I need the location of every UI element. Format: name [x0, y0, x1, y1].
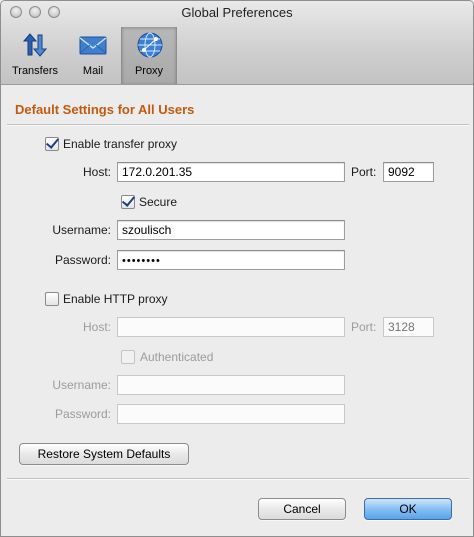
toolbar-tab-transfers[interactable]: Transfers [7, 27, 63, 81]
http-host-input[interactable] [117, 317, 345, 337]
section-title: Default Settings for All Users [15, 102, 195, 117]
enable-http-proxy-checkbox[interactable] [45, 292, 59, 306]
transfer-host-input[interactable] [117, 162, 345, 182]
transfer-port-label: Port: [351, 165, 377, 179]
toolbar-tab-mail[interactable]: Mail [65, 27, 121, 81]
enable-transfer-proxy-checkbox[interactable] [45, 137, 59, 151]
transfer-port-input[interactable] [383, 162, 434, 182]
transfer-password-input[interactable] [117, 250, 345, 270]
transfer-arrows-icon [22, 33, 48, 57]
toolbar-tab-label: Proxy [134, 65, 164, 77]
restore-system-defaults-button[interactable]: Restore System Defaults [19, 443, 189, 465]
cancel-button[interactable]: Cancel [258, 498, 346, 520]
title-bar: Global Preferences Transfers Mail Proxy [1, 1, 473, 85]
transfer-password-label: Password: [54, 253, 111, 267]
transfer-host-label: Host: [82, 165, 111, 179]
transfer-username-label: Username: [52, 223, 111, 237]
authenticated-checkbox[interactable] [121, 350, 135, 364]
http-port-label: Port: [351, 320, 377, 334]
http-password-label: Password: [54, 407, 111, 421]
authenticated-label: Authenticated [140, 350, 214, 364]
enable-transfer-proxy-label: Enable transfer proxy [63, 137, 178, 151]
http-host-label: Host: [82, 320, 111, 334]
http-port-input[interactable] [383, 317, 434, 337]
ok-button[interactable]: OK [364, 498, 452, 520]
secure-label: Secure [139, 195, 178, 209]
global-preferences-window: Global Preferences Transfers Mail Proxy … [0, 0, 474, 537]
globe-icon [137, 32, 163, 58]
toolbar-tab-label: Mail [82, 65, 104, 77]
enable-http-proxy-label: Enable HTTP proxy [63, 292, 168, 306]
toolbar-tab-label: Transfers [11, 65, 59, 77]
transfer-username-input[interactable] [117, 220, 345, 240]
envelope-icon [79, 36, 107, 55]
http-username-label: Username: [52, 378, 111, 392]
preferences-content: Default Settings for All Users Enable tr… [1, 86, 473, 536]
http-username-input[interactable] [117, 375, 345, 395]
http-password-input[interactable] [117, 404, 345, 424]
section-divider [7, 124, 469, 126]
toolbar-tab-proxy[interactable]: Proxy [121, 27, 177, 84]
window-title: Global Preferences [181, 5, 293, 20]
footer-divider [7, 478, 469, 480]
secure-checkbox[interactable] [121, 195, 135, 209]
